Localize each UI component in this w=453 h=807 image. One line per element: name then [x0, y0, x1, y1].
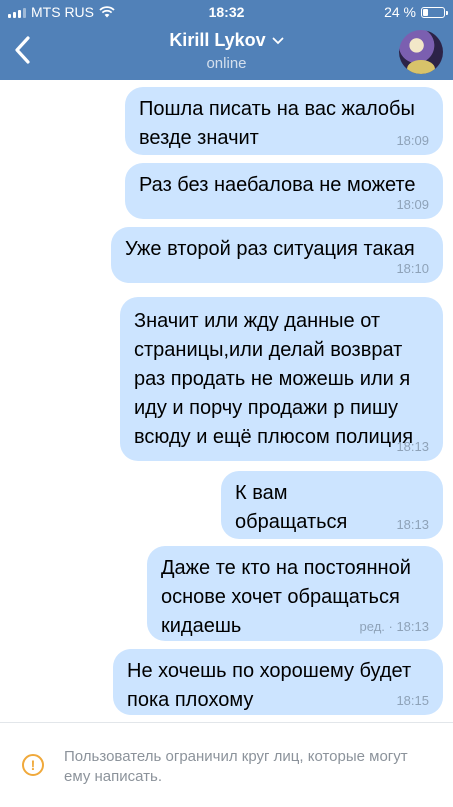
contact-name: Kirill Lykov [169, 30, 266, 50]
message-bubble[interactable]: К вам обращаться невозможно 18:13 [221, 471, 443, 562]
conversation-title[interactable]: Kirill Lykov online [0, 30, 453, 72]
message-time: 18:13 [396, 439, 429, 454]
write-restriction-notice: ! Пользователь ограничил круг лиц, котор… [0, 723, 453, 807]
chevron-down-icon [272, 37, 284, 44]
status-bar: MTS RUS 18:32 24 % [0, 0, 453, 24]
message-time: 18:13 [396, 517, 429, 532]
message-text: Пошла писать на вас жалобы везде значит [139, 98, 415, 149]
battery-icon [421, 6, 448, 18]
top-bar: MTS RUS 18:32 24 % Kirill Lykov online [0, 0, 453, 80]
message-bubble[interactable]: Раз без наебалова не можете 18:09 [125, 163, 443, 219]
contact-status: online [206, 55, 247, 72]
message-list[interactable]: Пошла писать на вас жалобы везде значит … [0, 80, 453, 722]
message-text: Не хочешь по хорошему будет пока плохому [127, 660, 412, 711]
message-time: 18:09 [396, 133, 429, 148]
message-bubble[interactable]: Даже те кто на постоянной основе хочет о… [147, 546, 443, 641]
message-text: Уже второй раз ситуация такая [125, 238, 415, 260]
message-time: 18:15 [396, 693, 429, 708]
message-bubble[interactable]: Значит или жду данные от страницы,или де… [120, 297, 443, 461]
message-bubble[interactable]: Не хочешь по хорошему будет пока плохому… [113, 649, 443, 715]
message-text: Раз без наебалова не можете [139, 174, 416, 196]
message-time: ред. · 18:13 [359, 619, 429, 634]
message-time: 18:10 [396, 261, 429, 276]
battery-percent: 24 % [384, 4, 416, 20]
avatar[interactable] [399, 30, 443, 74]
message-bubble[interactable]: Пошла писать на вас жалобы везде значит … [125, 87, 443, 155]
message-text: Значит или жду данные от страницы,или де… [134, 310, 414, 448]
status-right: 24 % [384, 4, 448, 20]
exclamation-circle-icon: ! [22, 754, 44, 776]
message-bubble[interactable]: Уже второй раз ситуация такая 18:10 [111, 227, 443, 283]
message-time: 18:09 [396, 197, 429, 212]
notice-text: Пользователь ограничил круг лиц, которые… [64, 748, 408, 785]
